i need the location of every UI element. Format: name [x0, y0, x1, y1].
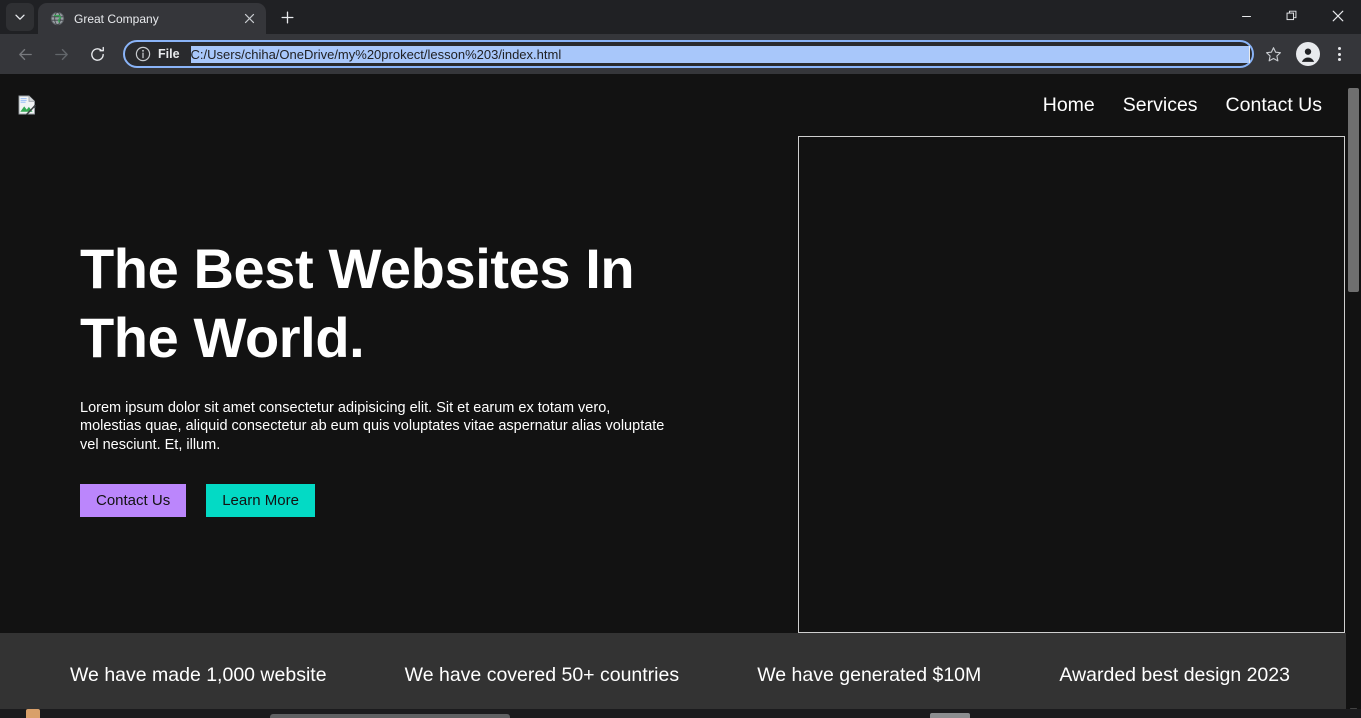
- maximize-restore-button[interactable]: [1269, 0, 1315, 32]
- stat-item: We have made 1,000 website: [70, 664, 327, 686]
- star-icon: [1265, 46, 1281, 61]
- web-page: Home Services Contact Us The Best Websit…: [0, 74, 1346, 718]
- contact-us-button[interactable]: Contact Us: [80, 484, 187, 518]
- hero-title: The Best Websites In The World.: [80, 236, 635, 370]
- os-taskbar[interactable]: [0, 709, 1361, 718]
- window-controls: [1223, 0, 1361, 32]
- chevron-down-icon: [15, 14, 25, 20]
- url-input[interactable]: C:/Users/chiha/OneDrive/my%20prokect/les…: [190, 45, 1250, 63]
- restore-icon: [1286, 10, 1297, 21]
- kebab-dot: [1337, 47, 1341, 50]
- tab-strip: Great Company: [0, 0, 1361, 34]
- close-window-button[interactable]: [1315, 0, 1361, 32]
- kebab-dot: [1337, 52, 1341, 56]
- reload-button[interactable]: [82, 39, 112, 69]
- new-tab-button[interactable]: [273, 3, 301, 31]
- minimize-icon: [1241, 15, 1251, 17]
- info-circle-icon[interactable]: [135, 46, 151, 62]
- stat-item: We have covered 50+ countries: [404, 664, 680, 686]
- kebab-dot: [1337, 58, 1341, 61]
- hero-subtitle: Lorem ipsum dolor sit amet consectetur a…: [80, 399, 665, 453]
- nav-link-services[interactable]: Services: [1109, 94, 1212, 117]
- tab-search-button[interactable]: [6, 3, 34, 31]
- reload-icon: [90, 46, 104, 61]
- arrow-left-icon: [18, 48, 32, 60]
- taskbar-window-preview[interactable]: [270, 714, 510, 718]
- browser-tab[interactable]: Great Company: [38, 3, 266, 34]
- hero-text-column: The Best Websites In The World. Lorem ip…: [0, 136, 798, 633]
- nav-link-home[interactable]: Home: [1029, 94, 1109, 117]
- stat-item: We have generated $10M: [757, 664, 982, 686]
- taskbar-app-icon[interactable]: [26, 709, 40, 718]
- page-viewport: Home Services Contact Us The Best Websit…: [0, 74, 1361, 718]
- close-icon: [1332, 10, 1344, 22]
- avatar-icon: [1298, 44, 1318, 64]
- hero-media-placeholder: [798, 136, 1345, 633]
- browser-window: Great Company File C:/Users/chiha/OneDri…: [0, 0, 1361, 718]
- hero-section: The Best Websites In The World. Lorem ip…: [0, 136, 1346, 633]
- back-button[interactable]: [10, 39, 40, 69]
- url-scheme-label: File: [158, 47, 180, 61]
- arrow-right-icon: [54, 48, 68, 60]
- broken-image-icon[interactable]: [18, 95, 37, 116]
- profile-avatar-button[interactable]: [1296, 42, 1320, 66]
- tab-title: Great Company: [74, 11, 159, 26]
- site-header: Home Services Contact Us: [0, 74, 1346, 136]
- taskbar-window-preview[interactable]: [930, 713, 970, 718]
- plus-icon: [281, 11, 293, 23]
- browser-menu-button[interactable]: [1326, 41, 1352, 67]
- scrollbar-thumb[interactable]: [1348, 88, 1359, 292]
- hero-button-group: Contact Us Learn More: [80, 484, 738, 518]
- learn-more-button[interactable]: Learn More: [206, 484, 315, 518]
- browser-toolbar: File C:/Users/chiha/OneDrive/my%20prokec…: [0, 34, 1361, 74]
- address-bar[interactable]: File C:/Users/chiha/OneDrive/my%20prokec…: [123, 40, 1254, 68]
- stat-item: Awarded best design 2023: [1059, 664, 1290, 686]
- bookmark-button[interactable]: [1260, 41, 1286, 67]
- page-scrollbar[interactable]: [1346, 74, 1361, 718]
- stats-bar: We have made 1,000 website We have cover…: [0, 633, 1346, 718]
- nav-link-contact-us[interactable]: Contact Us: [1212, 94, 1336, 117]
- tab-close-icon[interactable]: [240, 10, 258, 28]
- site-nav: Home Services Contact Us: [1029, 94, 1345, 117]
- minimize-button[interactable]: [1223, 0, 1269, 32]
- forward-button[interactable]: [46, 39, 76, 69]
- globe-icon: [49, 11, 65, 27]
